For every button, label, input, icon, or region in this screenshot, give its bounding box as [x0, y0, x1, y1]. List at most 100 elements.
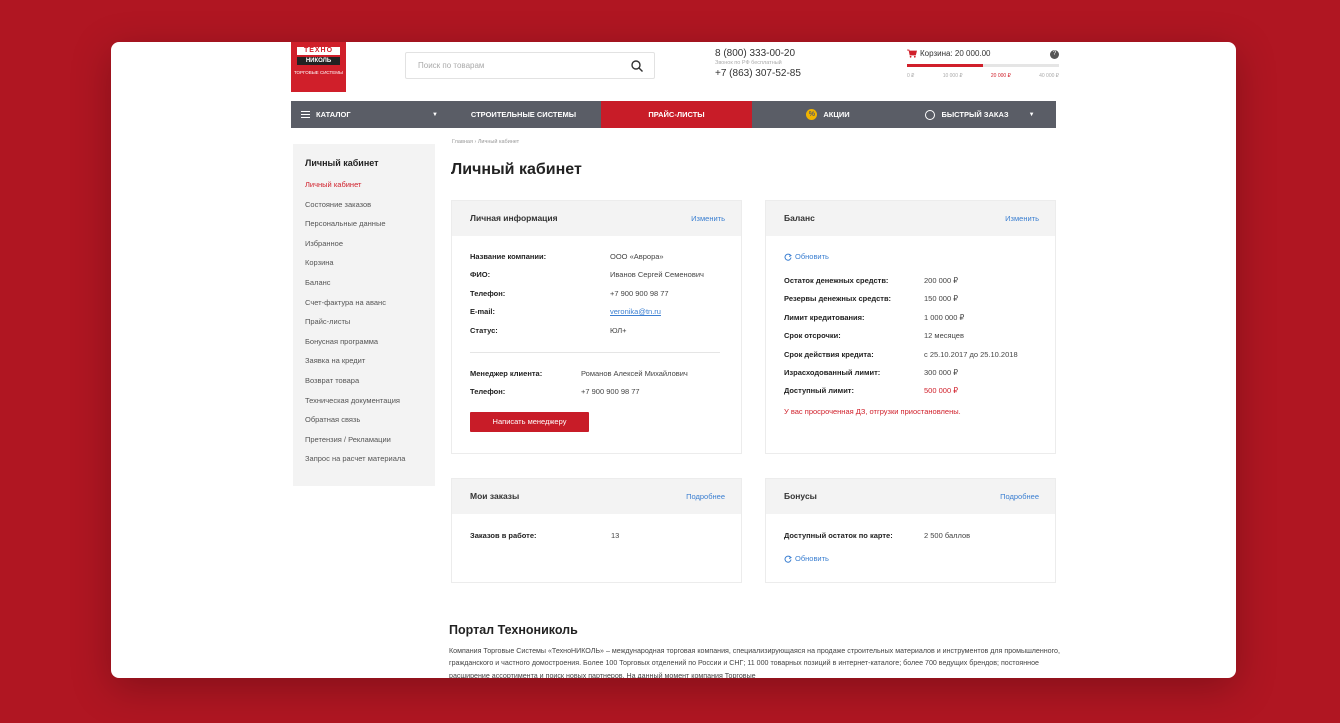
sidebar-item[interactable]: Личный кабинет — [305, 180, 435, 200]
sidebar-item[interactable]: Избранное — [305, 239, 435, 259]
phone-note: Звонок по РФ бесплатный — [715, 60, 782, 66]
sidebar-item[interactable]: Претензия / Рекламации — [305, 435, 435, 455]
divider — [470, 352, 720, 353]
search-placeholder: Поиск по товарам — [418, 61, 485, 70]
balance-value: 12 месяцев — [924, 331, 964, 341]
sidebar-item[interactable]: Запрос на расчет материала — [305, 454, 435, 474]
bonuses-label: Доступный остаток по карте: — [784, 531, 893, 540]
search-input[interactable]: Поиск по товарам — [405, 52, 655, 79]
refresh-link[interactable]: Обновить — [784, 554, 829, 563]
percent-icon: % — [806, 109, 818, 120]
refresh-link[interactable]: Обновить — [784, 252, 829, 261]
nav-promotions-label: Акции — [823, 110, 850, 119]
sidebar-item[interactable]: Персональные данные — [305, 219, 435, 239]
logo-line2: НИКОЛЬ — [297, 57, 340, 65]
cart-widget[interactable]: Корзина: 20 000.00 ? 0 ₽ 10 000 ₽ 20 000… — [907, 49, 1059, 79]
info-value: ООО «Аврора» — [610, 252, 664, 261]
edit-link[interactable]: Изменить — [1005, 214, 1039, 223]
sidebar-item[interactable]: Заявка на кредит — [305, 356, 435, 376]
nav-promotions[interactable]: % Акции — [752, 101, 904, 128]
logo-line3: ТОРГОВЫЕ СИСТЕМЫ — [293, 70, 344, 75]
balance-label: Лимит кредитования: — [784, 312, 865, 322]
manager-label: Менеджер клиента: — [470, 369, 543, 378]
balance-label: Резервы денежных средств: — [784, 294, 892, 304]
cart-progress-ticks: 0 ₽ 10 000 ₽ 20 000 ₽ 40 000 ₽ — [907, 73, 1059, 79]
balance-card: Баланс Изменить Обновить Остаток денежны… — [765, 200, 1056, 454]
edit-link[interactable]: Изменить — [691, 214, 725, 223]
cart-icon — [907, 49, 917, 58]
nav-quick-order-label: Быстрый заказ — [941, 110, 1009, 119]
cart-total: Корзина: 20 000.00 — [920, 49, 991, 58]
phone-free[interactable]: 8 (800) 333-00-20 — [715, 48, 801, 59]
balance-label: Израсходованный лимит: — [784, 368, 881, 377]
cart-title-row[interactable]: Корзина: 20 000.00 — [907, 49, 1059, 58]
sidebar-item[interactable]: Прайс-листы — [305, 317, 435, 337]
orders-card: Мои заказы Подробнее Заказов в работе: 1… — [451, 478, 742, 583]
overdue-warning: У вас просроченная ДЗ, отгрузки приостан… — [784, 407, 961, 416]
cart-tick: 40 000 ₽ — [1039, 73, 1059, 79]
orders-label: Заказов в работе: — [470, 531, 537, 540]
help-icon[interactable]: ? — [1050, 50, 1059, 59]
nav-price-lists-label: Прайс-листы — [648, 110, 705, 119]
chevron-down-icon: ▼ — [432, 111, 438, 118]
card-header: Личная информация Изменить — [452, 201, 741, 236]
phone-local[interactable]: +7 (863) 307-52-85 — [715, 68, 801, 79]
sidebar-item[interactable]: Обратная связь — [305, 415, 435, 435]
balance-value: 150 000 ₽ — [924, 294, 958, 304]
balance-label: Доступный лимит: — [784, 386, 854, 396]
more-link[interactable]: Подробнее — [1000, 492, 1039, 501]
card-title: Личная информация — [470, 213, 558, 223]
chevron-down-icon: ▼ — [1028, 111, 1035, 118]
balance-label: Срок действия кредита: — [784, 349, 874, 359]
logo[interactable]: ТЕХНО НИКОЛЬ ТОРГОВЫЕ СИСТЕМЫ — [291, 42, 346, 92]
balance-value: 300 000 ₽ — [924, 368, 958, 377]
browser-frame: ТЕХНО НИКОЛЬ ТОРГОВЫЕ СИСТЕМЫ Поиск по т… — [111, 42, 1236, 678]
search-icon[interactable] — [630, 59, 644, 73]
sidebar-item[interactable]: Бонусная программа — [305, 337, 435, 357]
info-value: ЮЛ+ — [610, 325, 627, 335]
sidebar-item[interactable]: Техническая документация — [305, 396, 435, 416]
manager-phone-label: Телефон: — [470, 387, 506, 396]
cart-tick: 0 ₽ — [907, 73, 915, 79]
card-title: Мои заказы — [470, 491, 520, 501]
portal-heading: Портал Технониколь — [449, 623, 578, 637]
more-link[interactable]: Подробнее — [686, 492, 725, 501]
manager-phone: +7 900 900 98 77 — [581, 387, 640, 396]
sidebar-item[interactable]: Корзина — [305, 258, 435, 278]
portal-description: Компания Торговые Системы «ТехноНИКОЛЬ» … — [449, 647, 1060, 678]
info-value: Иванов Сергей Семенович — [610, 270, 704, 280]
personal-info-card: Личная информация Изменить Название комп… — [451, 200, 742, 454]
nav-catalog-label: Каталог — [316, 110, 351, 119]
card-header: Бонусы Подробнее — [766, 479, 1055, 514]
email-link[interactable]: veronika@tn.ru — [610, 307, 661, 316]
refresh-label: Обновить — [795, 252, 829, 261]
refresh-icon — [784, 253, 792, 261]
balance-value: с 25.10.2017 до 25.10.2018 — [924, 349, 1018, 359]
nav-building-systems[interactable]: Строительные системы — [446, 101, 601, 128]
nav-quick-order[interactable]: Быстрый заказ ▼ — [904, 101, 1056, 128]
breadcrumb[interactable]: Главная › Личный кабинет — [452, 139, 519, 145]
refresh-label: Обновить — [795, 554, 829, 563]
sidebar-item[interactable]: Возврат товара — [305, 376, 435, 396]
sidebar-item[interactable]: Состояние заказов — [305, 200, 435, 220]
logo-line1: ТЕХНО — [297, 47, 340, 55]
sidebar-title: Личный кабинет — [305, 158, 379, 168]
page-title: Личный кабинет — [451, 161, 582, 178]
phone-block: 8 (800) 333-00-20 Звонок по РФ бесплатны… — [715, 48, 801, 79]
write-manager-button[interactable]: Написать менеджеру — [470, 412, 589, 432]
info-value: +7 900 900 98 77 — [610, 288, 669, 298]
bonuses-value: 2 500 баллов — [924, 531, 971, 540]
account-sidebar: Личный кабинет Личный кабинет Состояние з… — [293, 144, 435, 486]
cart-progress — [907, 64, 1059, 67]
nav-price-lists[interactable]: Прайс-листы — [601, 101, 752, 128]
menu-icon — [301, 111, 310, 118]
card-title: Бонусы — [784, 491, 817, 501]
info-label: Название компании: — [470, 252, 547, 261]
nav-catalog[interactable]: Каталог ▼ — [291, 101, 446, 128]
sidebar-item[interactable]: Баланс — [305, 278, 435, 298]
card-header: Баланс Изменить — [766, 201, 1055, 236]
balance-value: 200 000 ₽ — [924, 276, 958, 285]
main-nav: Каталог ▼ Строительные системы Прайс-лис… — [291, 101, 1056, 128]
info-label: ФИО: — [470, 270, 491, 280]
sidebar-item[interactable]: Счет-фактура на аванс — [305, 298, 435, 318]
